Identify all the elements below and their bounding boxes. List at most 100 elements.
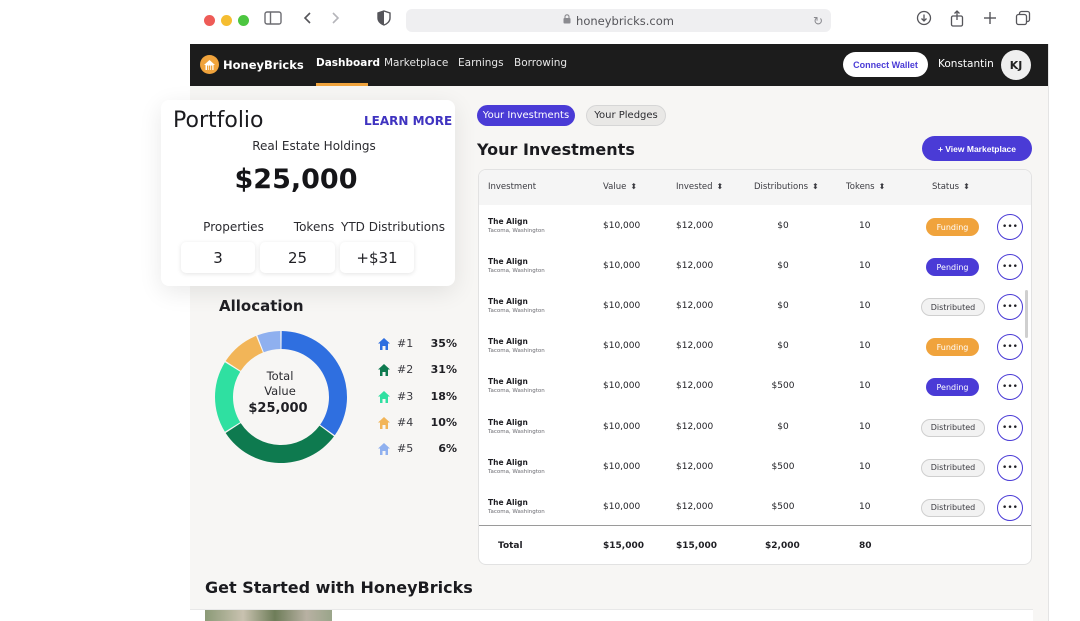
investment-name[interactable]: The Align	[488, 458, 528, 467]
sidebar-toggle-icon[interactable]	[263, 10, 283, 30]
more-options-button[interactable]: •••	[997, 294, 1023, 321]
cell-value: $10,000	[603, 301, 641, 312]
cell-invested: $12,000	[676, 301, 714, 312]
forward-icon[interactable]	[325, 10, 345, 30]
table-row[interactable]: The Align Tacoma, Washington $10,000 $12,00…	[479, 245, 1031, 285]
column-header-value[interactable]: Value ⬍	[603, 182, 637, 192]
table-row[interactable]: The Align Tacoma, Washington $10,000 $12,00…	[479, 486, 1031, 526]
status-badge: Funding	[926, 218, 979, 236]
portfolio-title: Portfolio	[173, 108, 264, 133]
legend-rank: #4	[397, 416, 414, 429]
legend-percent: 18%	[430, 390, 457, 403]
lock-icon	[563, 14, 571, 27]
cell-value: $10,000	[603, 261, 641, 272]
sort-icon[interactable]: ⬍	[812, 182, 819, 191]
more-options-button[interactable]: •••	[997, 334, 1023, 361]
table-row[interactable]: The Align Tacoma, Washington $10,000 $12,00…	[479, 446, 1031, 486]
nav-link-marketplace[interactable]: Marketplace	[384, 57, 448, 69]
investment-name[interactable]: The Align	[488, 498, 528, 507]
more-options-button[interactable]: •••	[997, 454, 1023, 481]
maximize-window-button[interactable]	[238, 15, 249, 26]
cell-distributions: $0	[777, 421, 789, 432]
back-icon[interactable]	[298, 10, 318, 30]
column-header-status-label: Status	[932, 182, 960, 192]
nav-link-dashboard[interactable]: Dashboard	[316, 57, 380, 69]
house-icon	[378, 364, 390, 376]
legend-rank: #1	[397, 337, 414, 350]
investment-name[interactable]: The Align	[488, 337, 528, 346]
share-icon[interactable]	[947, 10, 967, 32]
investment-location: Tacoma, Washington	[488, 228, 545, 234]
more-options-button[interactable]: •••	[997, 214, 1023, 240]
active-nav-indicator	[316, 83, 368, 86]
investment-name[interactable]: The Align	[488, 418, 528, 427]
table-row[interactable]: The Align Tacoma, Washington $10,000 $12,00…	[479, 406, 1031, 446]
total-tokens: 80	[859, 541, 872, 551]
donut-center-value: $25,000	[248, 401, 308, 416]
nav-link-borrowing[interactable]: Borrowing	[514, 57, 567, 69]
shield-icon[interactable]	[374, 10, 394, 31]
honeybricks-logo-icon	[200, 55, 219, 74]
user-name[interactable]: Konstantin	[938, 58, 994, 70]
table-row[interactable]: The Align Tacoma, Washington $10,000 $12,00…	[479, 325, 1031, 365]
column-header-invested[interactable]: Invested ⬍	[676, 182, 723, 192]
cell-distributions: $0	[777, 221, 789, 231]
total-label: Total	[498, 541, 523, 551]
column-header-distributions-label: Distributions	[754, 182, 809, 192]
cell-distributions: $0	[777, 341, 789, 352]
more-options-button[interactable]: •••	[997, 254, 1023, 281]
sort-icon[interactable]: ⬍	[879, 182, 886, 191]
avatar[interactable]: KJ	[1001, 50, 1031, 80]
table-row[interactable]: The Align Tacoma, Washington $10,000 $12,00…	[479, 285, 1031, 325]
cell-invested: $12,000	[676, 421, 714, 432]
column-header-tokens-label: Tokens	[846, 182, 875, 192]
house-icon	[378, 443, 390, 455]
investment-name[interactable]: The Align	[488, 257, 528, 266]
tab-overview-icon[interactable]	[1013, 10, 1033, 31]
legend-percent: 35%	[430, 337, 457, 350]
column-header-distributions[interactable]: Distributions ⬍	[754, 182, 819, 192]
connect-wallet-button[interactable]: Connect Wallet	[843, 52, 928, 77]
column-header-status[interactable]: Status ⬍	[932, 182, 970, 192]
stat-value-ytd-distributions: +$31	[340, 242, 414, 273]
status-badge: Distributed	[921, 418, 985, 437]
new-tab-icon[interactable]	[980, 10, 1000, 30]
investment-name[interactable]: The Align	[488, 217, 528, 226]
donut-center-label-line2: Value	[264, 384, 296, 398]
investment-name[interactable]: The Align	[488, 297, 528, 306]
table-scrollbar[interactable]	[1025, 290, 1028, 338]
house-icon	[378, 417, 390, 429]
house-icon	[378, 391, 390, 403]
cell-distributions: $0	[777, 261, 789, 272]
investment-name[interactable]: The Align	[488, 377, 528, 386]
brand-name: HoneyBricks	[223, 57, 304, 72]
cell-tokens: 10	[859, 261, 871, 272]
brand-logo[interactable]: HoneyBricks	[200, 55, 304, 74]
legend-rank: #3	[397, 390, 414, 403]
url-text: honeybricks.com	[576, 13, 674, 28]
nav-link-earnings[interactable]: Earnings	[458, 57, 504, 69]
learn-more-link[interactable]: LEARN MORE	[364, 114, 452, 128]
address-bar[interactable]: honeybricks.com ↻	[406, 9, 831, 32]
minimize-window-button[interactable]	[221, 15, 232, 26]
tab-your-investments[interactable]: Your Investments	[477, 105, 575, 126]
more-options-button[interactable]: •••	[997, 414, 1023, 441]
view-marketplace-button[interactable]: + View Marketplace	[922, 136, 1032, 161]
investment-location: Tacoma, Washington	[488, 348, 545, 355]
cell-value: $10,000	[603, 341, 641, 352]
more-options-button[interactable]: •••	[997, 494, 1023, 521]
sort-icon[interactable]: ⬍	[717, 182, 724, 191]
more-options-button[interactable]: •••	[997, 374, 1023, 401]
sort-icon[interactable]: ⬍	[630, 182, 637, 191]
table-row[interactable]: The Align Tacoma, Washington $10,000 $12,00…	[479, 205, 1031, 245]
table-row[interactable]: The Align Tacoma, Washington $10,000 $12,00…	[479, 365, 1031, 405]
cell-tokens: 10	[859, 221, 871, 231]
cell-value: $10,000	[603, 381, 641, 392]
download-icon[interactable]	[914, 10, 934, 31]
column-header-invested-label: Invested	[676, 182, 713, 192]
reload-icon[interactable]: ↻	[813, 14, 823, 28]
column-header-tokens[interactable]: Tokens ⬍	[846, 182, 885, 192]
close-window-button[interactable]	[204, 15, 215, 26]
tab-your-pledges[interactable]: Your Pledges	[586, 105, 666, 126]
sort-icon[interactable]: ⬍	[963, 182, 970, 191]
